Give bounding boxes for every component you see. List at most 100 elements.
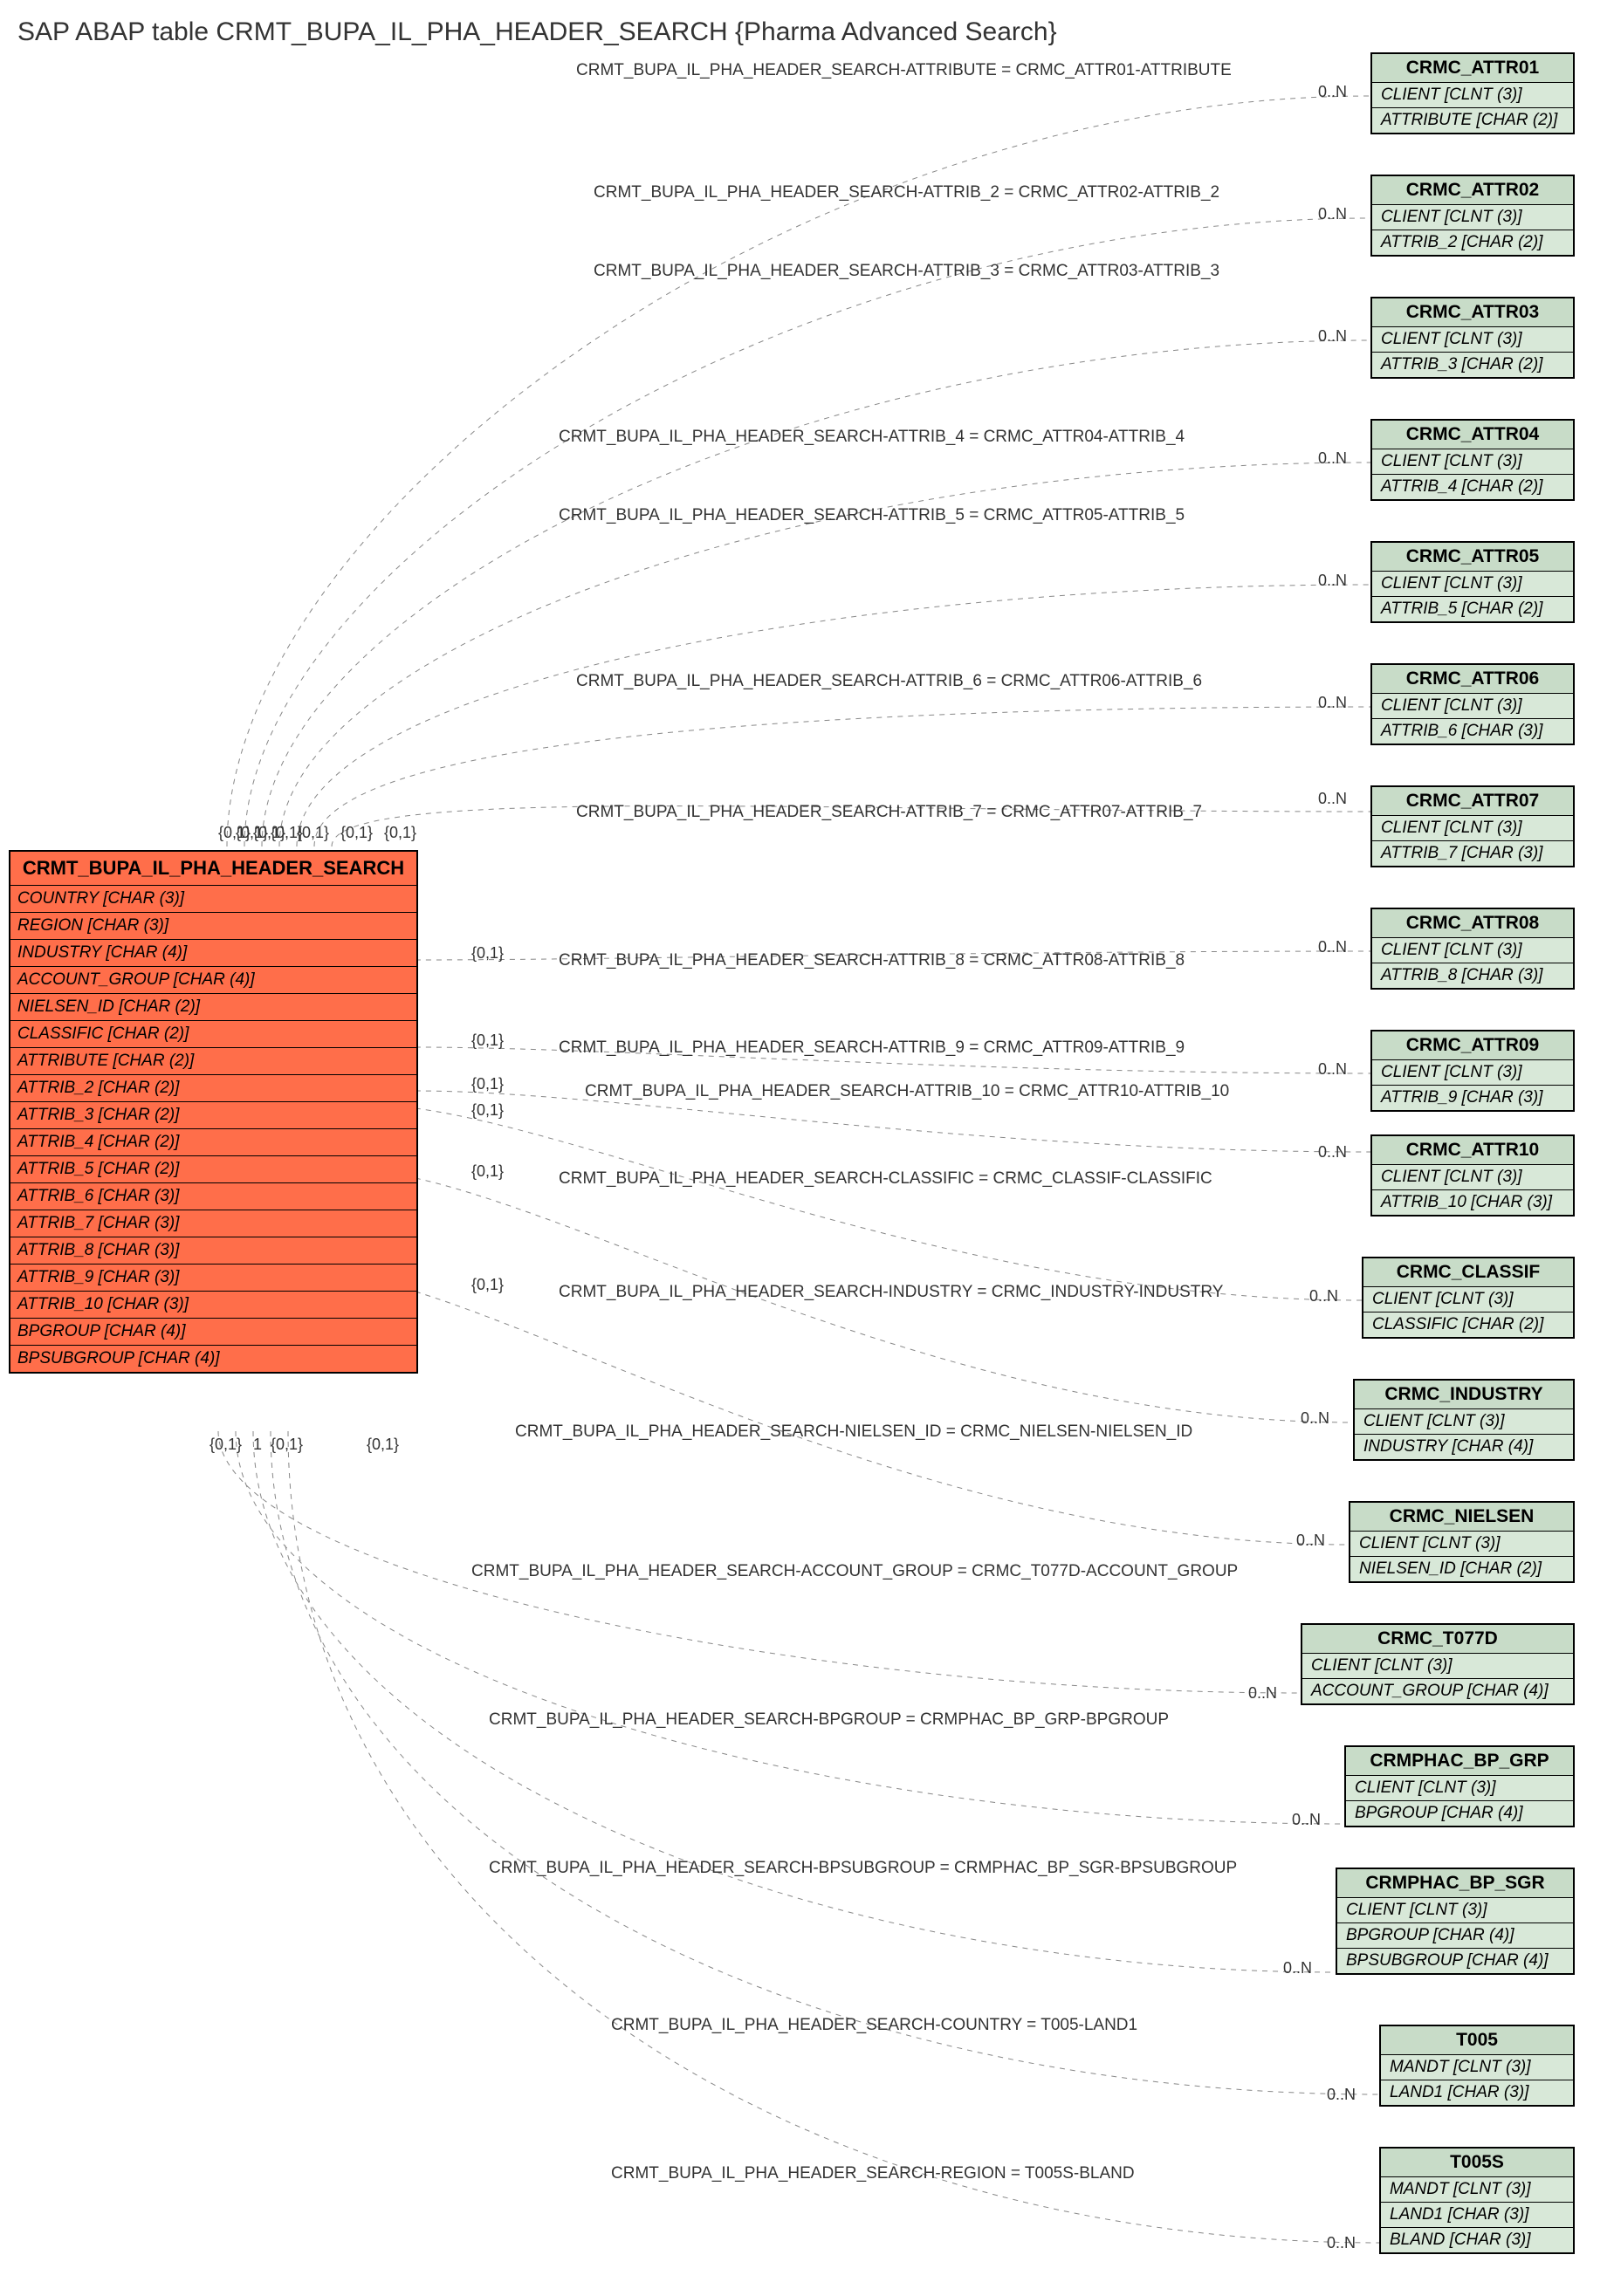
ref-entity-table: CRMPHAC_BP_GRPCLIENT [CLNT (3)]BPGROUP [… (1344, 1745, 1575, 1827)
ref-field-row: CLIENT [CLNT (3)] (1372, 449, 1573, 475)
ref-field-row: BPGROUP [CHAR (4)] (1346, 1801, 1573, 1826)
cardinality-label: 0..N (1318, 327, 1347, 346)
cardinality-label: 0..N (1292, 1811, 1321, 1829)
ref-field-row: CLIENT [CLNT (3)] (1372, 1165, 1573, 1190)
ref-entity-name: CRMC_NIELSEN (1350, 1503, 1573, 1532)
cardinality-label: 0..N (1318, 1143, 1347, 1162)
main-field-row: ATTRIB_5 [CHAR (2)] (10, 1156, 416, 1183)
ref-entity-table: CRMC_ATTR09CLIENT [CLNT (3)]ATTRIB_9 [CH… (1370, 1030, 1575, 1112)
relationship-label: CRMT_BUPA_IL_PHA_HEADER_SEARCH-INDUSTRY … (559, 1283, 1223, 1302)
ref-field-row: CLIENT [CLNT (3)] (1302, 1654, 1573, 1679)
ref-entity-name: CRMC_ATTR07 (1372, 787, 1573, 816)
ref-entity-table: CRMC_ATTR06CLIENT [CLNT (3)]ATTRIB_6 [CH… (1370, 663, 1575, 745)
ref-field-row: CLIENT [CLNT (3)] (1372, 938, 1573, 963)
relationship-label: CRMT_BUPA_IL_PHA_HEADER_SEARCH-BPSUBGROU… (489, 1859, 1237, 1878)
ref-entity-name: CRMC_ATTR03 (1372, 298, 1573, 327)
ref-field-row: ATTRIB_8 [CHAR (3)] (1372, 963, 1573, 988)
ref-entity-name: CRMPHAC_BP_SGR (1337, 1869, 1573, 1898)
ref-field-row: CLIENT [CLNT (3)] (1372, 83, 1573, 108)
cardinality-label: 0..N (1318, 938, 1347, 956)
cardinality-label: 0..N (1318, 83, 1347, 101)
relationship-label: CRMT_BUPA_IL_PHA_HEADER_SEARCH-ATTRIB_3 … (594, 262, 1219, 281)
source-cardinality-label: {0,1} (471, 1162, 504, 1181)
source-cardinality-label: {0,1} (271, 1436, 303, 1454)
ref-field-row: CLIENT [CLNT (3)] (1355, 1409, 1573, 1435)
ref-field-row: LAND1 [CHAR (3)] (1381, 2080, 1573, 2105)
ref-entity-name: T005 (1381, 2026, 1573, 2055)
ref-entity-table: CRMC_ATTR01CLIENT [CLNT (3)]ATTRIBUTE [C… (1370, 52, 1575, 134)
main-field-row: REGION [CHAR (3)] (10, 913, 416, 940)
ref-entity-table: CRMC_NIELSENCLIENT [CLNT (3)]NIELSEN_ID … (1349, 1501, 1575, 1583)
main-field-row: NIELSEN_ID [CHAR (2)] (10, 994, 416, 1021)
main-field-row: ATTRIB_2 [CHAR (2)] (10, 1075, 416, 1102)
cardinality-label: 0..N (1318, 694, 1347, 712)
main-field-row: ATTRIB_6 [CHAR (3)] (10, 1183, 416, 1210)
ref-field-row: CLIENT [CLNT (3)] (1350, 1532, 1573, 1557)
main-entity-name: CRMT_BUPA_IL_PHA_HEADER_SEARCH (10, 852, 416, 886)
ref-field-row: CLIENT [CLNT (3)] (1372, 1060, 1573, 1086)
main-field-row: ATTRIB_10 [CHAR (3)] (10, 1292, 416, 1319)
ref-entity-name: CRMC_ATTR04 (1372, 421, 1573, 449)
ref-field-row: LAND1 [CHAR (3)] (1381, 2203, 1573, 2228)
source-cardinality-label: {0,1} (471, 944, 504, 963)
ref-field-row: BPSUBGROUP [CHAR (4)] (1337, 1949, 1573, 1973)
source-cardinality-label: {0,1} (367, 1436, 399, 1454)
source-cardinality-label: {0,1} (297, 824, 329, 842)
source-cardinality-label: {0,1} (471, 1276, 504, 1294)
main-field-row: ATTRIB_4 [CHAR (2)] (10, 1129, 416, 1156)
ref-entity-name: T005S (1381, 2149, 1573, 2177)
ref-entity-name: CRMC_ATTR09 (1372, 1031, 1573, 1060)
ref-entity-name: CRMC_ATTR06 (1372, 665, 1573, 694)
ref-entity-table: CRMC_ATTR05CLIENT [CLNT (3)]ATTRIB_5 [CH… (1370, 541, 1575, 623)
main-field-row: INDUSTRY [CHAR (4)] (10, 940, 416, 967)
ref-field-row: INDUSTRY [CHAR (4)] (1355, 1435, 1573, 1459)
ref-field-row: ATTRIB_3 [CHAR (2)] (1372, 353, 1573, 377)
ref-field-row: CLIENT [CLNT (3)] (1372, 205, 1573, 230)
ref-field-row: ATTRIB_2 [CHAR (2)] (1372, 230, 1573, 255)
ref-field-row: ATTRIBUTE [CHAR (2)] (1372, 108, 1573, 133)
relationship-label: CRMT_BUPA_IL_PHA_HEADER_SEARCH-NIELSEN_I… (515, 1422, 1192, 1442)
main-field-row: BPGROUP [CHAR (4)] (10, 1319, 416, 1346)
ref-entity-name: CRMC_ATTR02 (1372, 176, 1573, 205)
cardinality-label: 0..N (1318, 205, 1347, 223)
relationship-label: CRMT_BUPA_IL_PHA_HEADER_SEARCH-ATTRIB_4 … (559, 428, 1185, 447)
cardinality-label: 0..N (1327, 2086, 1356, 2104)
ref-field-row: MANDT [CLNT (3)] (1381, 2177, 1573, 2203)
main-field-row: CLASSIFIC [CHAR (2)] (10, 1021, 416, 1048)
main-field-row: ATTRIB_3 [CHAR (2)] (10, 1102, 416, 1129)
ref-entity-table: CRMC_CLASSIFCLIENT [CLNT (3)]CLASSIFIC [… (1362, 1257, 1575, 1339)
ref-entity-table: CRMPHAC_BP_SGRCLIENT [CLNT (3)]BPGROUP [… (1336, 1868, 1575, 1975)
cardinality-label: 0..N (1283, 1959, 1312, 1977)
ref-entity-table: CRMC_ATTR07CLIENT [CLNT (3)]ATTRIB_7 [CH… (1370, 785, 1575, 867)
ref-entity-name: CRMC_ATTR05 (1372, 543, 1573, 572)
ref-entity-table: T005SMANDT [CLNT (3)]LAND1 [CHAR (3)]BLA… (1379, 2147, 1575, 2254)
main-field-row: ATTRIBUTE [CHAR (2)] (10, 1048, 416, 1075)
ref-entity-table: CRMC_ATTR08CLIENT [CLNT (3)]ATTRIB_8 [CH… (1370, 908, 1575, 990)
cardinality-label: 0..N (1318, 449, 1347, 468)
relationship-label: CRMT_BUPA_IL_PHA_HEADER_SEARCH-ATTRIB_6 … (576, 672, 1202, 691)
ref-field-row: MANDT [CLNT (3)] (1381, 2055, 1573, 2080)
ref-field-row: ACCOUNT_GROUP [CHAR (4)] (1302, 1679, 1573, 1703)
relationship-label: CRMT_BUPA_IL_PHA_HEADER_SEARCH-ACCOUNT_G… (471, 1562, 1238, 1581)
source-cardinality-label: {0,1} (384, 824, 416, 842)
ref-field-row: ATTRIB_10 [CHAR (3)] (1372, 1190, 1573, 1215)
ref-field-row: BPGROUP [CHAR (4)] (1337, 1923, 1573, 1949)
relationship-label: CRMT_BUPA_IL_PHA_HEADER_SEARCH-REGION = … (611, 2164, 1135, 2183)
cardinality-label: 0..N (1301, 1409, 1329, 1428)
ref-field-row: CLIENT [CLNT (3)] (1346, 1776, 1573, 1801)
main-field-row: ATTRIB_7 [CHAR (3)] (10, 1210, 416, 1237)
ref-field-row: CLIENT [CLNT (3)] (1372, 694, 1573, 719)
relationship-label: CRMT_BUPA_IL_PHA_HEADER_SEARCH-ATTRIB_7 … (576, 803, 1202, 822)
relationship-label: CRMT_BUPA_IL_PHA_HEADER_SEARCH-ATTRIBUTE… (576, 61, 1232, 80)
ref-field-row: NIELSEN_ID [CHAR (2)] (1350, 1557, 1573, 1581)
ref-field-row: ATTRIB_4 [CHAR (2)] (1372, 475, 1573, 499)
main-field-row: ATTRIB_9 [CHAR (3)] (10, 1265, 416, 1292)
source-cardinality-label: {0,1} (340, 824, 373, 842)
cardinality-label: 0..N (1248, 1684, 1277, 1703)
ref-entity-table: CRMC_ATTR03CLIENT [CLNT (3)]ATTRIB_3 [CH… (1370, 297, 1575, 379)
ref-field-row: CLIENT [CLNT (3)] (1363, 1287, 1573, 1312)
relationship-label: CRMT_BUPA_IL_PHA_HEADER_SEARCH-ATTRIB_2 … (594, 183, 1219, 202)
relationship-label: CRMT_BUPA_IL_PHA_HEADER_SEARCH-BPGROUP =… (489, 1710, 1169, 1730)
ref-entity-table: CRMC_ATTR04CLIENT [CLNT (3)]ATTRIB_4 [CH… (1370, 419, 1575, 501)
ref-entity-name: CRMC_T077D (1302, 1625, 1573, 1654)
